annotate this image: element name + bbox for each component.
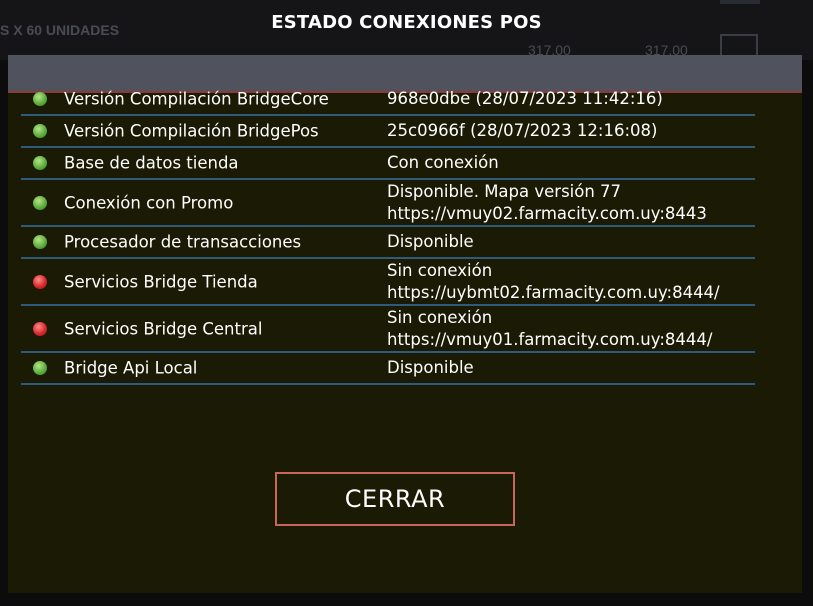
background-tab (720, 0, 760, 4)
status-value: Con conexión (387, 152, 753, 174)
status-value-line: Disponible. Mapa versión 77 (387, 181, 622, 201)
status-value-line: Disponible (387, 232, 474, 251)
status-row: Servicios Bridge Tienda Sin conexión https… (21, 259, 755, 306)
status-ok-indicator-icon (33, 235, 47, 249)
status-value: Disponible (387, 357, 753, 379)
status-ok-indicator-icon (33, 361, 47, 375)
connection-status-table: Versión Compilación BridgeCore 968e0dbe (… (21, 84, 755, 385)
status-row: Procesador de transacciones Disponible (21, 227, 755, 259)
status-value: Disponible. Mapa versión 77 https://vmuy0… (387, 181, 753, 225)
status-row: Base de datos tienda Con conexión (21, 148, 755, 180)
status-ok-indicator-icon (33, 156, 47, 170)
status-row: Versión Compilación BridgeCore 968e0dbe (… (21, 84, 755, 116)
modal-title: ESTADO CONEXIONES POS (271, 12, 542, 33)
status-ok-indicator-icon (33, 92, 47, 106)
status-row: Servicios Bridge Central Sin conexión http… (21, 306, 755, 353)
status-value-line: https://uybmt02.farmacity.com.uy:8444/ (387, 282, 720, 302)
status-value: Sin conexión https://uybmt02.farmacity.co… (387, 260, 753, 304)
status-label: Bridge Api Local (64, 358, 198, 378)
status-value: 968e0dbe (28/07/2023 11:42:16) (387, 88, 753, 110)
status-label: Servicios Bridge Central (64, 319, 263, 338)
status-label: Versión Compilación BridgePos (64, 121, 319, 141)
status-ok-indicator-icon (33, 195, 47, 210)
status-value-line: 25c0966f (28/07/2023 12:16:08) (387, 121, 658, 140)
status-row: Conexión con Promo Disponible. Mapa versi… (21, 180, 755, 227)
status-label: Servicios Bridge Tienda (64, 272, 258, 291)
status-ok-indicator-icon (33, 124, 47, 138)
status-value-line: Con conexión (387, 153, 499, 172)
pos-screen: S X 60 UNIDADES 317,00 317,00 ESTADO CON… (0, 0, 813, 606)
status-value: Sin conexión https://vmuy01.farmacity.com… (387, 307, 753, 351)
status-value-line: Sin conexión (387, 260, 493, 280)
status-value-line: https://vmuy01.farmacity.com.uy:8444/ (387, 329, 713, 349)
status-label: Procesador de transacciones (64, 232, 302, 252)
status-label: Base de datos tienda (64, 153, 239, 173)
status-label: Conexión con Promo (64, 193, 234, 212)
close-button[interactable]: CERRAR (275, 472, 515, 526)
status-value-line: Sin conexión (387, 307, 493, 327)
status-value-line: https://vmuy02.farmacity.com.uy:8443 (387, 203, 707, 223)
status-value-line: 968e0dbe (28/07/2023 11:42:16) (387, 89, 663, 108)
status-label: Versión Compilación BridgeCore (64, 89, 329, 109)
status-error-indicator-icon (33, 321, 47, 336)
status-value: Disponible (387, 231, 753, 253)
status-value: 25c0966f (28/07/2023 12:16:08) (387, 120, 753, 142)
status-row: Bridge Api Local Disponible (21, 353, 755, 385)
status-value-line: Disponible (387, 358, 474, 377)
status-error-indicator-icon (33, 274, 47, 289)
status-row: Versión Compilación BridgePos 25c0966f (2… (21, 116, 755, 148)
